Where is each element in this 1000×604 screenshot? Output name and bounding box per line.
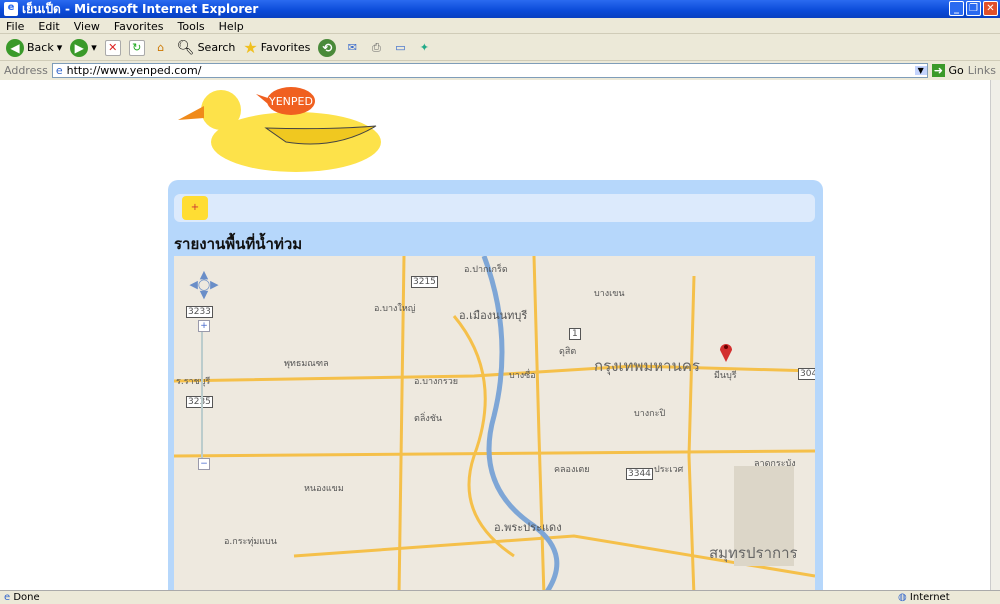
map-label: มีนบุรี [714, 371, 737, 381]
route-shield: 3233 [186, 306, 213, 318]
route-shield: 1 [569, 328, 581, 340]
map-label: หนองแขม [304, 484, 344, 494]
menu-view[interactable]: View [74, 20, 100, 33]
report-panel: + รายงานพื้นที่น้ำท่วม อ.ปากเกร็ด อ.เมือ… [168, 180, 823, 590]
back-arrow-icon: ◀ [6, 38, 24, 57]
page-icon: e [55, 64, 63, 77]
map-label: กรุงเทพมหานคร [594, 357, 700, 375]
star-icon: ★ [243, 38, 258, 57]
map-label: ประเวศ [654, 465, 684, 475]
restore-button[interactable]: ❐ [966, 1, 981, 16]
menu-help[interactable]: Help [219, 20, 244, 33]
messenger-icon[interactable]: ✦ [416, 40, 432, 56]
zoom-out-button[interactable]: − [198, 458, 210, 470]
menu-bar: File Edit View Favorites Tools Help [0, 18, 1000, 34]
ie-icon: e [4, 2, 18, 16]
menu-favorites[interactable]: Favorites [114, 20, 164, 33]
dropdown-arrow-icon[interactable]: ▼ [914, 66, 927, 75]
map-label: สมุทรปราการ [709, 544, 798, 562]
zoom-in-button[interactable]: + [198, 320, 210, 332]
window-title: เย็นเป็ด - Microsoft Internet Explorer [22, 1, 259, 16]
flood-map[interactable]: อ.ปากเกร็ด อ.เมืองนนทบุรี อ.บางใหญ่ อ.บา… [174, 256, 815, 590]
mail-icon[interactable]: ✉ [344, 40, 360, 56]
zone-indicator: ◍ Internet [898, 592, 950, 603]
address-bar: Address e http://www.yenped.com/ ▼ ➜ Go Li… [0, 62, 1000, 79]
menu-file[interactable]: File [6, 20, 24, 33]
forward-arrow-icon: ▶ [70, 38, 89, 57]
close-button[interactable]: ✕ [983, 1, 998, 16]
refresh-icon[interactable]: ↻ [128, 39, 145, 56]
map-label: พุทธมณฑล [284, 359, 329, 369]
pan-control[interactable]: ▲ ◀◯▶ ▼ [188, 269, 220, 302]
map-label: บางซื่อ [509, 371, 536, 381]
map-label: บางเขน [594, 289, 625, 299]
status-text: Done [13, 592, 40, 603]
add-report-button[interactable]: + [182, 196, 208, 220]
menu-edit[interactable]: Edit [38, 20, 59, 33]
menu-tools[interactable]: Tools [178, 20, 205, 33]
address-input[interactable]: e http://www.yenped.com/ ▼ [51, 63, 928, 78]
map-label: อ.บางกรวย [414, 377, 459, 387]
forward-button[interactable]: ▶ ▾ [70, 38, 97, 57]
map-label: อ.กระทุ่มแบน [224, 537, 277, 547]
page-heading: รายงานพื้นที่น้ำท่วม [174, 235, 303, 253]
route-shield: 304 [798, 368, 815, 380]
map-label: ลาดกระบัง [754, 459, 796, 469]
map-marker-icon[interactable] [719, 340, 733, 362]
zoom-slider[interactable] [201, 320, 209, 465]
status-bar: e Done ◍ Internet [0, 590, 1000, 604]
edit-icon[interactable]: ▭ [392, 40, 408, 56]
address-url: http://www.yenped.com/ [66, 64, 202, 77]
favorites-button[interactable]: ★ Favorites [243, 38, 310, 57]
globe-icon: ◍ [898, 592, 907, 603]
title-bar: e เย็นเป็ด - Microsoft Internet Explorer… [0, 0, 1000, 18]
toolbar: ◀ Back ▾ ▶ ▾ ✕ ↻ ⌂ 🔍︎ Search ★ Favorites ⟲ … [0, 35, 1000, 61]
map-label: บางกะปิ [634, 409, 666, 419]
map-label: อ.บางใหญ่ [374, 304, 416, 314]
go-arrow-icon: ➜ [931, 64, 945, 77]
map-label: คลองเตย [554, 465, 590, 475]
minimize-button[interactable]: _ [949, 1, 964, 16]
done-icon: e [4, 592, 11, 603]
map-label: ดุสิต [559, 347, 577, 357]
route-shield: 3215 [411, 276, 438, 288]
vertical-scrollbar[interactable] [990, 80, 1000, 590]
svg-text:YENPED: YENPED [268, 95, 313, 108]
history-icon[interactable]: ⟲ [318, 38, 337, 57]
search-icon: 🔍︎ [176, 39, 195, 56]
map-label: อ.พระประแดง [494, 521, 562, 534]
back-button[interactable]: ◀ Back ▾ [6, 38, 62, 57]
map-label: อ.เมืองนนทบุรี [459, 309, 528, 322]
action-bar: + [174, 194, 815, 222]
go-button[interactable]: ➜ Go [931, 64, 964, 77]
stop-icon[interactable]: ✕ [104, 39, 121, 56]
home-icon[interactable]: ⌂ [153, 40, 169, 56]
print-icon[interactable]: ⎙ [368, 40, 384, 56]
map-label: ตลิ่งชัน [414, 414, 443, 424]
map-label: อ.ปากเกร็ด [464, 265, 508, 275]
duck-logo: YENPED [178, 87, 381, 172]
page-content: YENPED + รายงานพื้นที่น้ำท่วม อ.ปากเกร็ด… [0, 80, 990, 590]
address-label: Address [4, 64, 48, 77]
links-button[interactable]: Links [968, 64, 996, 77]
route-shield: 3344 [626, 468, 653, 480]
search-button[interactable]: 🔍︎ Search [177, 40, 236, 56]
